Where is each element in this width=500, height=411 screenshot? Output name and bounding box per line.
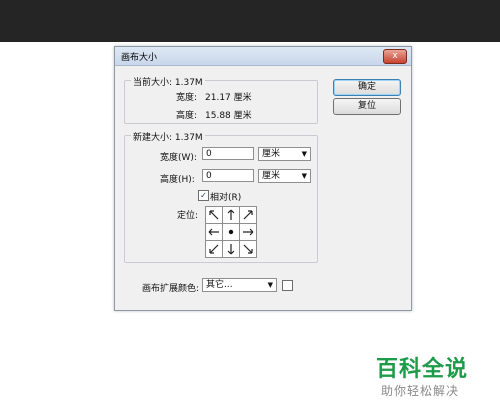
relative-label: 相对(R) [210, 193, 242, 203]
anchor-grid [205, 206, 257, 258]
arrow-down-right-icon [243, 244, 253, 254]
watermark-slogan: 助你轻松解决 [381, 384, 460, 398]
current-width-label: 宽度: [176, 93, 198, 103]
width-input[interactable]: 0 [202, 147, 254, 160]
height-input[interactable]: 0 [202, 169, 254, 182]
new-size-legend: 新建大小: 1.37M [131, 130, 205, 143]
anchor-top-left[interactable] [206, 207, 222, 223]
arrow-down-left-icon [209, 244, 219, 254]
ok-button[interactable]: 确定 [333, 79, 401, 96]
ext-color-value: 其它... [206, 280, 233, 290]
anchor-bottom-right[interactable] [240, 241, 256, 257]
top-dark-bar [0, 0, 500, 42]
watermark-brand: 百科全说 [376, 357, 469, 382]
current-width-value: 21.17 厘米 [205, 93, 252, 103]
reset-button[interactable]: 复位 [333, 98, 401, 115]
height-unit-select[interactable]: 厘米 ▼ [258, 169, 311, 183]
arrow-up-right-icon [243, 210, 253, 220]
ext-color-select[interactable]: 其它... ▼ [202, 278, 277, 292]
arrow-up-left-icon [209, 210, 219, 220]
chevron-down-icon: ▼ [267, 281, 273, 289]
dialog-title: 画布大小 [121, 53, 158, 63]
new-width-label: 宽度(W): [160, 153, 197, 163]
center-dot-icon [228, 229, 234, 235]
anchor-bottom[interactable] [223, 241, 239, 257]
chevron-down-icon: ▼ [301, 172, 307, 180]
arrow-right-icon [243, 228, 254, 236]
width-unit-value: 厘米 [262, 149, 281, 159]
anchor-bottom-left[interactable] [206, 241, 222, 257]
close-icon: x [392, 51, 398, 61]
anchor-top-right[interactable] [240, 207, 256, 223]
current-height-value: 15.88 厘米 [205, 111, 252, 121]
current-size-legend: 当前大小: 1.37M [131, 75, 205, 88]
width-unit-select[interactable]: 厘米 ▼ [258, 147, 311, 161]
relative-checkbox[interactable]: ✓ [198, 190, 209, 201]
anchor-center[interactable] [223, 224, 239, 240]
arrow-left-icon [208, 228, 219, 236]
anchor-label: 定位: [177, 211, 199, 221]
anchor-left[interactable] [206, 224, 222, 240]
arrow-down-icon [227, 244, 235, 255]
arrow-up-icon [227, 209, 235, 220]
dialog-titlebar: 画布大小 x [115, 47, 411, 66]
anchor-top[interactable] [223, 207, 239, 223]
color-swatch[interactable] [282, 280, 293, 291]
height-unit-value: 厘米 [262, 171, 281, 181]
current-height-label: 高度: [176, 111, 198, 121]
anchor-right[interactable] [240, 224, 256, 240]
close-button[interactable]: x [383, 49, 407, 64]
new-height-label: 高度(H): [160, 175, 195, 185]
ext-color-label: 画布扩展颜色: [142, 284, 200, 294]
chevron-down-icon: ▼ [301, 150, 307, 158]
